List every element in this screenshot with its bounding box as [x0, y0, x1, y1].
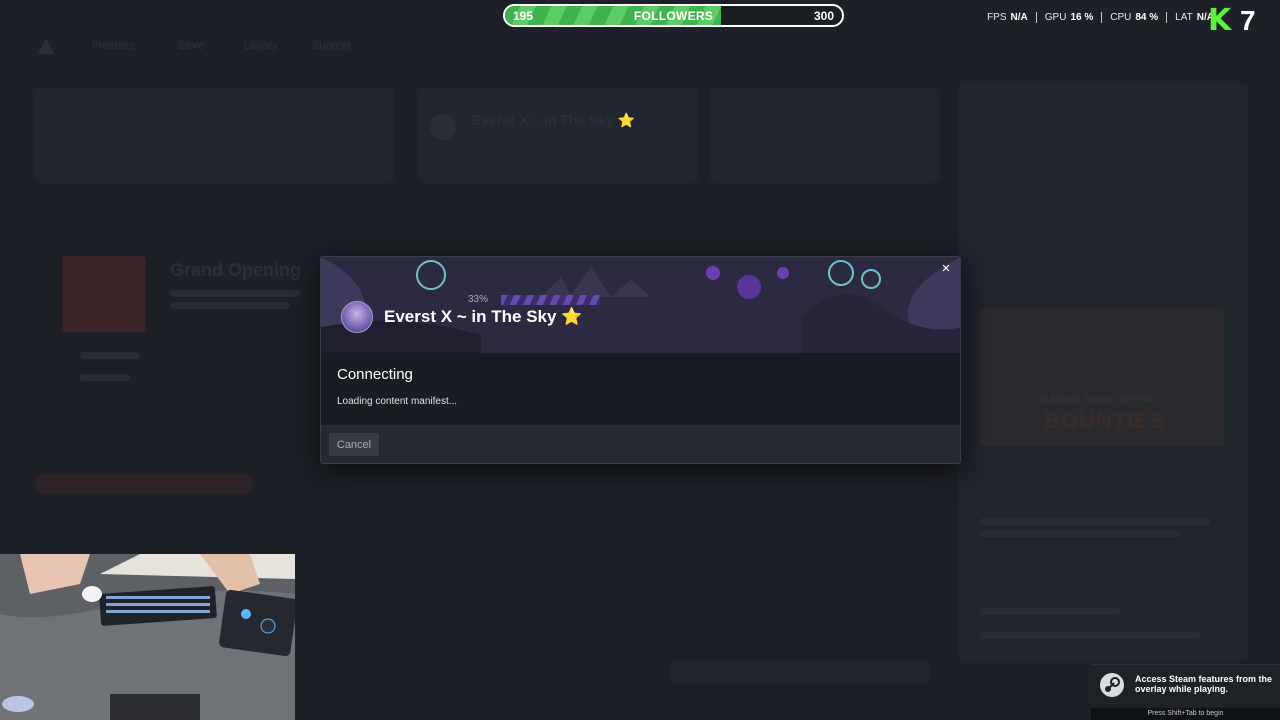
- steam-icon: [1100, 673, 1124, 697]
- perf-cpu-value: 84 %: [1135, 12, 1159, 23]
- perf-fps-label: FPS: [987, 12, 1007, 23]
- download-progress-fill: [501, 295, 600, 305]
- followers-label: FOLLOWERS: [633, 9, 714, 23]
- nav-link-freebies: Freebies: [92, 40, 135, 52]
- followers-goal: 300: [813, 9, 834, 23]
- bg-poster-title: BOUNTIES: [1044, 408, 1166, 433]
- game-avatar: [341, 301, 373, 333]
- k7-logo-number: 7: [1240, 5, 1256, 36]
- bg-card-right: [710, 88, 940, 183]
- perf-fps-value: N/A: [1010, 12, 1028, 23]
- bg-card-game: Everst X ~ in The Sky ⭐: [418, 88, 698, 183]
- close-icon[interactable]: ×: [938, 261, 954, 277]
- nav-link-support: Support: [312, 40, 351, 52]
- bg-card-avatar: [430, 114, 456, 140]
- bg-red-banner: [36, 474, 252, 494]
- bg-text-line: [980, 608, 1120, 615]
- perf-gpu-value: 16 %: [1070, 12, 1094, 23]
- bg-card-title: Everst X ~ in The Sky ⭐: [472, 112, 636, 128]
- game-title: Everst X ~ in The Sky ⭐: [384, 307, 583, 326]
- banner-artwork: [321, 257, 960, 353]
- bg-text-line: [80, 374, 130, 381]
- steam-toast-hint: Press Shift+Tab to begin: [1091, 708, 1280, 720]
- bg-card-left: [34, 88, 394, 183]
- bg-text-line: [170, 302, 290, 309]
- cancel-button[interactable]: Cancel: [329, 433, 379, 456]
- bg-poster-subtitle: SURVIVE. BUILD. DEFEND: [1040, 394, 1153, 404]
- dialog-status-text: Loading content manifest...: [337, 396, 458, 407]
- performance-overlay: FPS N/A GPU 16 % CPU 84 % LAT N/A: [979, 12, 1222, 23]
- dialog-body: Connecting Loading content manifest...: [321, 353, 960, 425]
- k7-logo-icon: K 7: [1208, 6, 1266, 36]
- dialog-heading: Connecting: [337, 366, 413, 383]
- steam-overlay-toast[interactable]: Access Steam features from the overlay w…: [1091, 664, 1280, 720]
- bg-poster: SURVIVE. BUILD. DEFEND BOUNTIES: [980, 308, 1224, 446]
- bg-promo-title: Grand Opening: [170, 260, 302, 280]
- perf-cpu-label: CPU: [1110, 12, 1132, 23]
- app-logo-icon: [38, 36, 54, 54]
- perf-cpu: CPU 84 %: [1102, 12, 1168, 23]
- steam-toast-message: Access Steam features from the overlay w…: [1135, 674, 1273, 694]
- download-progress-bar: [501, 295, 801, 305]
- bg-text-line: [170, 290, 300, 297]
- webcam-feed: [0, 554, 295, 720]
- bg-footer-buttons: [670, 660, 930, 684]
- perf-lat-label: LAT: [1175, 12, 1193, 23]
- bg-text-line: [980, 518, 1210, 525]
- k7-logo-letter: K: [1208, 3, 1232, 38]
- followers-goal-bar: 195 FOLLOWERS 300: [503, 4, 844, 27]
- perf-gpu-label: GPU: [1044, 12, 1067, 23]
- connecting-dialog: 33% Everst X ~ in The Sky ⭐ × Connecting…: [320, 256, 961, 464]
- bg-text-line: [80, 352, 140, 359]
- bg-promo-image: [62, 256, 146, 332]
- nav-link-library: Library: [244, 40, 278, 52]
- nav-link-store: Store: [178, 40, 205, 52]
- perf-gpu: GPU 16 %: [1037, 12, 1103, 23]
- dialog-footer: Cancel: [321, 425, 960, 463]
- bg-text-line: [980, 530, 1180, 537]
- perf-fps: FPS N/A: [979, 12, 1037, 23]
- download-progress-percent: 33%: [468, 294, 489, 305]
- webcam-image: [0, 554, 295, 720]
- game-banner: 33% Everst X ~ in The Sky ⭐ ×: [321, 257, 960, 353]
- bg-text-line: [980, 632, 1200, 639]
